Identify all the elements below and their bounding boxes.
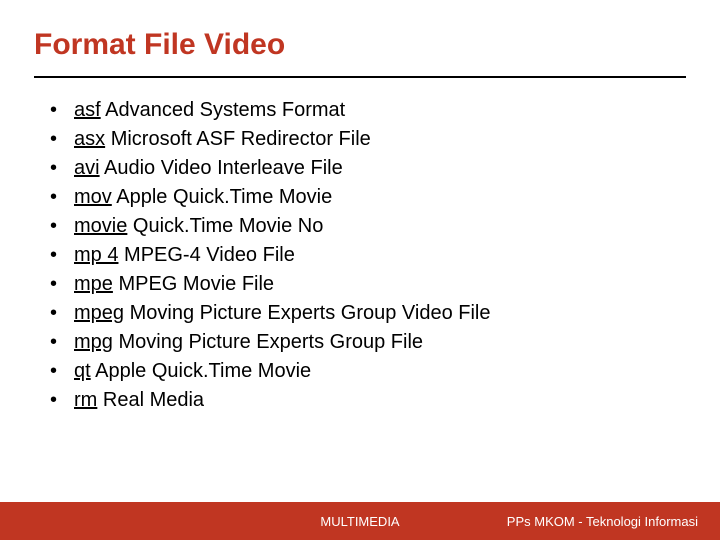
format-ext: mpe <box>74 273 113 295</box>
list-item: qt Apple Quick.Time Movie <box>50 357 686 386</box>
format-ext: avi <box>74 157 100 179</box>
list-item: mov Apple Quick.Time Movie <box>50 183 686 212</box>
title-area: Format File Video <box>0 0 720 70</box>
list-item: mpeg Moving Picture Experts Group Video … <box>50 299 686 328</box>
format-ext: asx <box>74 128 105 150</box>
format-desc: Moving Picture Experts Group File <box>118 331 423 353</box>
format-desc: Apple Quick.Time Movie <box>116 186 332 208</box>
format-desc: Advanced Systems Format <box>105 99 345 121</box>
slide: Format File Video asf Advanced Systems F… <box>0 0 720 540</box>
format-ext: mpg <box>74 331 113 353</box>
format-list: asf Advanced Systems Format asx Microsof… <box>50 96 686 415</box>
content-area: asf Advanced Systems Format asx Microsof… <box>0 78 720 415</box>
format-desc: Real Media <box>103 389 204 411</box>
footer-right: PPs MKOM - Teknologi Informasi <box>507 514 698 529</box>
format-desc: Quick.Time Movie No <box>133 215 323 237</box>
format-ext: qt <box>74 360 91 382</box>
format-ext: rm <box>74 389 97 411</box>
list-item: rm Real Media <box>50 386 686 415</box>
format-ext: movie <box>74 215 127 237</box>
slide-title: Format File Video <box>34 28 686 62</box>
format-ext: mpeg <box>74 302 124 324</box>
footer-center: MULTIMEDIA <box>320 514 399 529</box>
format-desc: MPEG Movie File <box>118 273 274 295</box>
list-item: asf Advanced Systems Format <box>50 96 686 125</box>
format-ext: mov <box>74 186 112 208</box>
format-desc: Apple Quick.Time Movie <box>95 360 311 382</box>
format-desc: Microsoft ASF Redirector File <box>111 128 371 150</box>
list-item: movie Quick.Time Movie No <box>50 212 686 241</box>
format-ext: mp 4 <box>74 244 118 266</box>
list-item: asx Microsoft ASF Redirector File <box>50 125 686 154</box>
list-item: mp 4 MPEG-4 Video File <box>50 241 686 270</box>
list-item: mpe MPEG Movie File <box>50 270 686 299</box>
footer-bar: MULTIMEDIA PPs MKOM - Teknologi Informas… <box>0 502 720 540</box>
list-item: mpg Moving Picture Experts Group File <box>50 328 686 357</box>
format-desc: MPEG-4 Video File <box>124 244 295 266</box>
format-desc: Audio Video Interleave File <box>104 157 343 179</box>
format-ext: asf <box>74 99 101 121</box>
list-item: avi Audio Video Interleave File <box>50 154 686 183</box>
format-desc: Moving Picture Experts Group Video File <box>130 302 491 324</box>
